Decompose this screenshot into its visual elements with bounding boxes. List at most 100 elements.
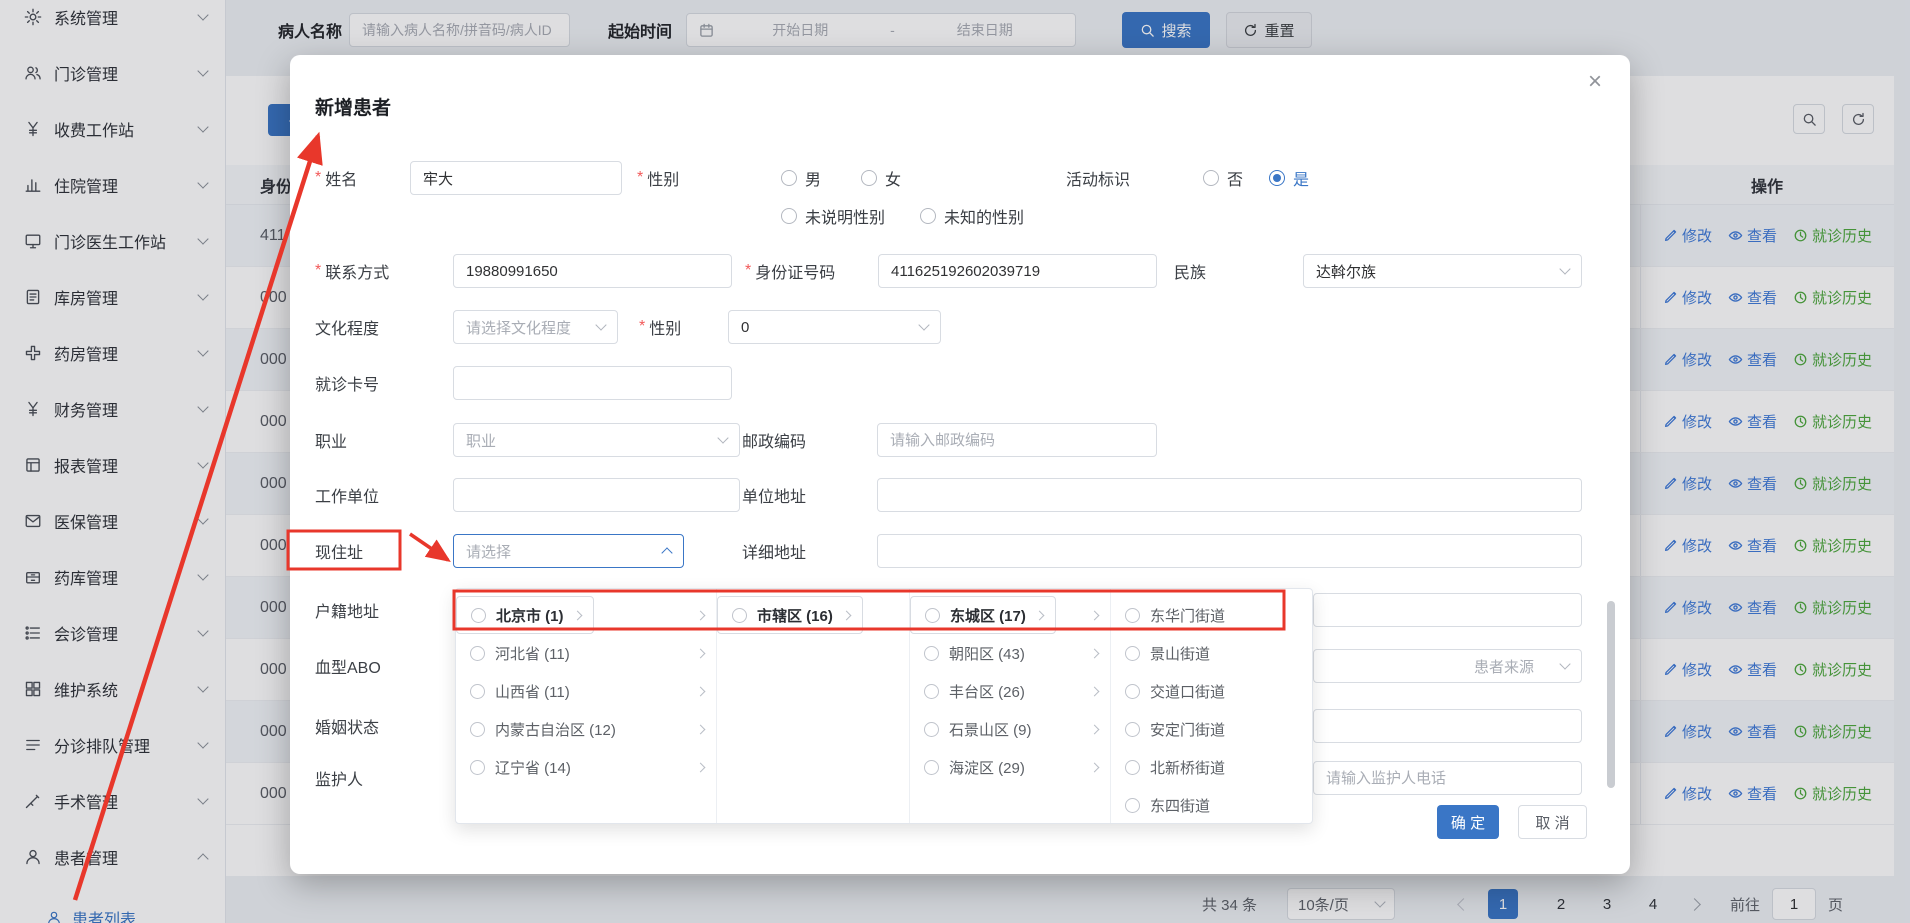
radio-icon	[924, 760, 939, 775]
active-flag-radio-no[interactable]: 否	[1203, 161, 1243, 195]
cascader-option-shijingshan[interactable]: 石景山区 (9)	[910, 710, 1110, 748]
cascader-option-fengtai[interactable]: 丰台区 (26)	[910, 672, 1110, 710]
postal-label: 邮政编码	[742, 423, 806, 457]
detail-address-label: 详细地址	[742, 534, 806, 568]
chevron-down-icon	[595, 319, 606, 330]
cascader-option-chaoyang[interactable]: 朝阳区 (43)	[910, 634, 1110, 672]
ethnicity-label: 民族	[1174, 254, 1206, 288]
confirm-button[interactable]: 确 定	[1437, 805, 1499, 839]
radio-icon	[925, 608, 940, 623]
occupation-select[interactable]: 职业	[453, 423, 740, 457]
chevron-right-icon	[696, 648, 706, 658]
contact-input[interactable]	[453, 254, 732, 288]
gender-label: *性别	[637, 161, 679, 195]
radio-checked-icon	[1269, 170, 1285, 186]
chevron-right-icon	[1090, 686, 1100, 696]
id-number-label: *身份证号码	[745, 254, 835, 288]
chevron-right-icon	[572, 610, 582, 620]
gender-radio-female[interactable]: 女	[861, 161, 901, 195]
card-no-label: 就诊卡号	[315, 366, 379, 400]
card-no-input[interactable]	[453, 366, 732, 400]
household-address-label: 户籍地址	[315, 593, 379, 627]
cascader-option-hebei[interactable]: 河北省 (11)	[456, 634, 716, 672]
radio-icon	[781, 170, 797, 186]
address-cascader-dropdown: 北京市 (1) 天津市 (1) 河北省 (11) 山西省 (11) 内蒙古自治区…	[455, 588, 1313, 824]
radio-icon	[924, 722, 939, 737]
cascader-option-haidian[interactable]: 海淀区 (29)	[910, 748, 1110, 786]
cascader-option-andingmen[interactable]: 安定门街道	[1111, 710, 1314, 748]
cascader-city-column: 市辖区 (16)	[717, 589, 910, 823]
radio-icon	[1125, 722, 1140, 737]
dialog-scrollbar[interactable]	[1607, 601, 1615, 788]
cascader-option-beixinqiao[interactable]: 北新桥街道	[1111, 748, 1314, 786]
name-input[interactable]	[410, 161, 622, 195]
radio-icon	[920, 208, 936, 224]
work-unit-input[interactable]	[453, 478, 740, 512]
detail-address-input[interactable]	[877, 534, 1582, 568]
chevron-right-icon	[1090, 762, 1100, 772]
cascader-option-jiaodaokou[interactable]: 交道口街道	[1111, 672, 1314, 710]
cascader-option-dongsi[interactable]: 东四街道	[1111, 786, 1314, 823]
chevron-down-icon	[1559, 658, 1570, 669]
radio-icon	[861, 170, 877, 186]
chevron-right-icon	[1034, 610, 1044, 620]
radio-icon	[1125, 608, 1140, 623]
gender2-label: *性别	[639, 310, 681, 344]
ethnicity-select[interactable]: 达斡尔族	[1303, 254, 1582, 288]
cancel-button[interactable]: 取 消	[1518, 805, 1587, 839]
patient-source-select[interactable]: 患者来源	[1313, 649, 1582, 683]
cascader-option-neimenggu[interactable]: 内蒙古自治区 (12)	[456, 710, 716, 748]
radio-icon	[732, 608, 747, 623]
unit-address-label: 单位地址	[742, 478, 806, 512]
cascader-option-shanxi[interactable]: 山西省 (11)	[456, 672, 716, 710]
unit-address-input[interactable]	[877, 478, 1582, 512]
work-unit-label: 工作单位	[315, 478, 379, 512]
radio-icon	[1125, 684, 1140, 699]
cascader-option-beijing[interactable]: 北京市 (1)	[456, 596, 594, 634]
postal-input[interactable]	[877, 423, 1157, 457]
cascader-district-column: 东城区 (17) 西城区 (15) 朝阳区 (43) 丰台区 (26) 石景山区…	[910, 589, 1111, 823]
gender-radio-male[interactable]: 男	[781, 161, 821, 195]
radio-icon	[924, 684, 939, 699]
guardian-label: 监护人	[315, 761, 363, 795]
chevron-down-icon	[717, 432, 728, 443]
guardian-phone-input[interactable]	[1313, 761, 1582, 795]
chevron-right-icon	[696, 686, 706, 696]
cascader-option-dongcheng[interactable]: 东城区 (17)	[910, 596, 1056, 634]
chevron-right-icon	[696, 724, 706, 734]
chevron-down-icon	[918, 319, 929, 330]
cascader-option-shixiaqu[interactable]: 市辖区 (16)	[717, 596, 863, 634]
cascader-street-column: 东华门街道 景山街道 交道口街道 安定门街道 北新桥街道 东四街道	[1111, 589, 1314, 823]
gender-radio-unspecified[interactable]: 未说明性别	[781, 199, 885, 233]
chevron-up-icon	[661, 547, 672, 558]
radio-icon	[1203, 170, 1219, 186]
radio-icon	[924, 646, 939, 661]
id-number-input[interactable]	[878, 254, 1157, 288]
radio-icon	[470, 722, 485, 737]
occupation-label: 职业	[315, 423, 347, 457]
current-address-select[interactable]: 请选择	[453, 534, 684, 568]
gender2-select[interactable]: 0	[728, 310, 941, 344]
cascader-option-donghuamen[interactable]: 东华门街道	[1111, 596, 1314, 634]
chevron-down-icon	[1559, 263, 1570, 274]
chevron-right-icon	[1090, 610, 1100, 620]
contact-label: *联系方式	[315, 254, 389, 288]
active-flag-radio-yes[interactable]: 是	[1269, 161, 1309, 195]
cascader-option-liaoning[interactable]: 辽宁省 (14)	[456, 748, 716, 786]
dialog-title: 新增患者	[315, 93, 391, 120]
chevron-right-icon	[1090, 648, 1100, 658]
chevron-right-icon	[841, 610, 851, 620]
radio-icon	[470, 646, 485, 661]
cascader-province-column: 北京市 (1) 天津市 (1) 河北省 (11) 山西省 (11) 内蒙古自治区…	[456, 589, 717, 823]
chevron-right-icon	[696, 762, 706, 772]
education-label: 文化程度	[315, 310, 379, 344]
close-icon[interactable]: ×	[1582, 69, 1608, 95]
radio-icon	[470, 684, 485, 699]
education-select[interactable]: 请选择文化程度	[453, 310, 618, 344]
household-address-input[interactable]	[1313, 593, 1582, 627]
cascader-option-jingshan[interactable]: 景山街道	[1111, 634, 1314, 672]
chevron-right-icon	[696, 610, 706, 620]
marital-right-input[interactable]	[1313, 709, 1582, 743]
gender-radio-unknown[interactable]: 未知的性别	[920, 199, 1024, 233]
radio-icon	[1125, 798, 1140, 813]
